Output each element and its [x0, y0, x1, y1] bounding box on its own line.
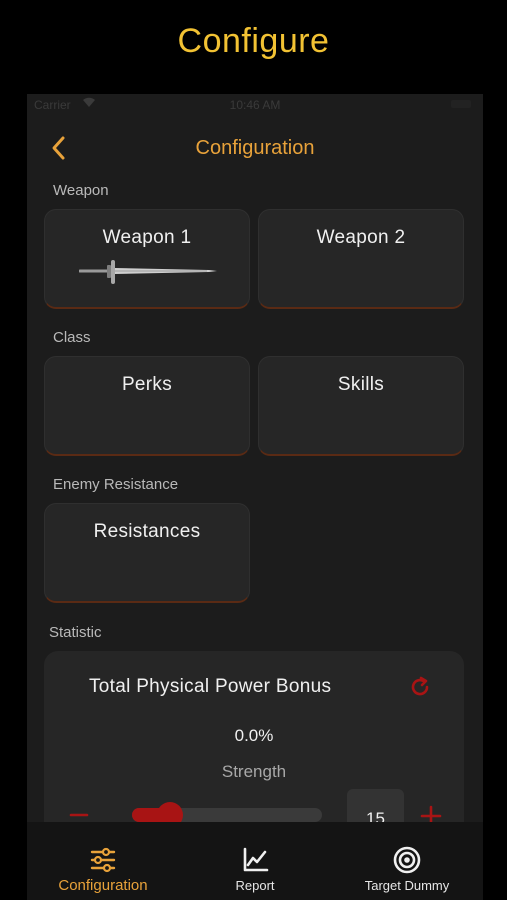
tab-label-target-dummy: Target Dummy — [364, 878, 450, 893]
section-label-weapon: Weapon — [53, 182, 109, 199]
skills-card[interactable]: Skills — [258, 356, 464, 456]
app-screen: Carrier 10:46 AM Configuration Weapon We… — [27, 94, 483, 900]
statistic-attribute: Strength — [221, 762, 287, 781]
refresh-icon[interactable] — [408, 675, 432, 699]
weapon-2-card[interactable]: Weapon 2 — [258, 209, 464, 309]
statistic-panel: Total Physical Power Bonus 0.0% Strength… — [44, 651, 464, 851]
tab-label-configuration: Configuration — [58, 877, 148, 894]
tab-bar: Configuration Report Target Dummy — [27, 822, 483, 900]
tab-configuration[interactable]: Configuration — [27, 822, 179, 900]
status-bar: Carrier 10:46 AM — [27, 94, 483, 116]
weapon-2-label: Weapon 2 — [316, 227, 406, 248]
weapon-1-label: Weapon 1 — [102, 227, 192, 248]
resistances-label: Resistances — [93, 521, 201, 542]
battery-icon — [451, 100, 471, 108]
promo-title: Configure — [177, 22, 330, 60]
skills-label: Skills — [337, 374, 385, 395]
strength-slider[interactable] — [132, 802, 322, 828]
line-chart-icon — [243, 847, 269, 872]
tab-target-dummy[interactable]: Target Dummy — [331, 822, 483, 900]
perks-label: Perks — [121, 374, 173, 395]
section-label-enemy-resistance: Enemy Resistance — [53, 476, 179, 493]
sliders-icon — [90, 847, 116, 873]
tab-report[interactable]: Report — [179, 822, 331, 900]
section-label-statistic: Statistic — [49, 624, 102, 641]
resistances-card[interactable]: Resistances — [44, 503, 250, 603]
weapon-1-card[interactable]: Weapon 1 — [44, 209, 250, 309]
section-label-class: Class — [53, 329, 91, 346]
status-time: 10:46 AM — [229, 98, 281, 112]
perks-card[interactable]: Perks — [44, 356, 250, 456]
target-icon — [393, 846, 421, 874]
statistic-title: Total Physical Power Bonus — [89, 676, 332, 697]
page-title: Configuration — [195, 137, 315, 159]
statistic-value: 0.0% — [234, 726, 274, 745]
sword-icon — [79, 260, 217, 284]
tab-label-report: Report — [235, 878, 275, 893]
